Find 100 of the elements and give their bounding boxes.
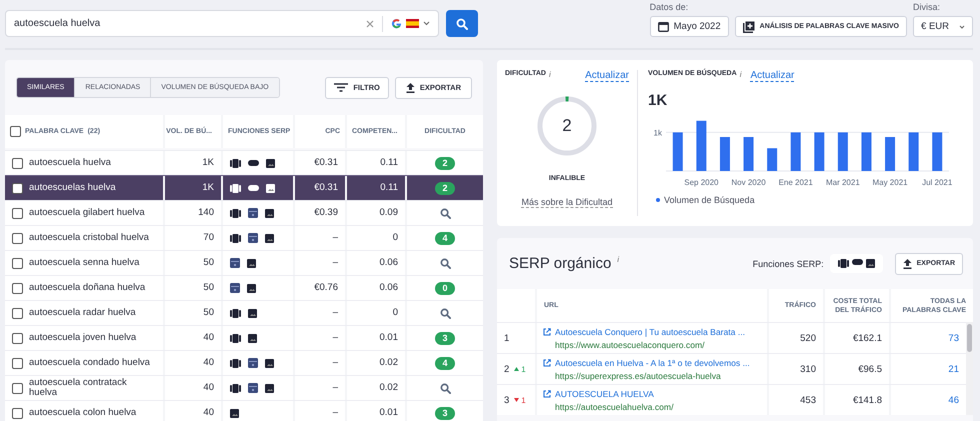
more-link[interactable]: Más sobre la Dificultad: [521, 197, 613, 208]
table-cell: €162.1: [852, 332, 882, 344]
carousel-icon: [230, 384, 241, 392]
axis-label: Jul 2021: [922, 178, 952, 187]
keyword-link[interactable]: autoescuela cristobal huelva: [29, 233, 149, 243]
table-row[interactable]: autoescuela contratack huelva 40 – 0.02: [5, 375, 483, 400]
carousel-icon: [230, 308, 241, 318]
row-checkbox[interactable]: [12, 282, 23, 294]
volume-total: 1K: [648, 92, 668, 109]
table-cell: –: [332, 333, 338, 343]
image-icon: [248, 334, 257, 342]
currency-label: Divisa:: [913, 2, 942, 12]
axis-label: Nov 2020: [731, 178, 766, 187]
scrollbar-thumb[interactable]: [967, 324, 972, 352]
chart-bar: [885, 137, 896, 171]
row-checkbox[interactable]: [12, 232, 23, 244]
clear-icon[interactable]: [366, 20, 374, 28]
info-mark[interactable]: i: [548, 70, 551, 79]
table-cell: 0.02: [380, 383, 398, 393]
table-row[interactable]: autoescuela radar huelva 50 – 0: [5, 300, 483, 325]
chart-bar: [861, 132, 872, 171]
chart-bar: [696, 120, 706, 171]
result-link[interactable]: Autoescuela Conquero | Tu autoescuela Barata ...: [543, 326, 745, 338]
keyword-link[interactable]: autoescuela condado huelva: [29, 358, 150, 368]
down-triangle-icon: [514, 398, 520, 402]
result-url: https://autoescuelahuelva.com/: [554, 402, 674, 412]
search-field[interactable]: autoescuela huelva: [5, 10, 439, 37]
carousel-icon: [230, 208, 241, 218]
position-number: 2: [504, 364, 510, 374]
table-cell: 40: [203, 383, 214, 393]
keyword-link[interactable]: autoescuela colon huelva: [29, 408, 136, 418]
add-stack-icon: [742, 20, 755, 32]
result-link[interactable]: AUTOESCUELA HUELVA: [543, 388, 654, 400]
table-cell: €0.76: [314, 283, 338, 293]
refresh-link[interactable]: Actualizar: [585, 70, 629, 82]
calendar-icon: [248, 383, 258, 393]
table-row[interactable]: autoescuela cristobal huelva 70 – 0 4: [5, 225, 483, 250]
row-checkbox[interactable]: [12, 358, 23, 368]
keyword-link[interactable]: autoescuela huelva: [29, 158, 111, 168]
table-cell: 40: [203, 333, 214, 343]
table-cell: €0.31: [314, 183, 338, 193]
table-row[interactable]: autoescuela gilabert huelva 140 €0.39 0.09: [5, 200, 483, 225]
difficulty-badge: 3: [435, 332, 455, 344]
row-checkbox[interactable]: [12, 332, 23, 344]
table-cell: 453: [800, 394, 816, 406]
table-cell: –: [332, 308, 338, 318]
currency-select[interactable]: € EUR: [913, 16, 973, 37]
keyword-link[interactable]: autoescuela radar huelva: [29, 308, 136, 318]
row-checkbox[interactable]: [12, 308, 23, 318]
result-link[interactable]: Autoescuela en Huelva - A la 1ª o te devolvemos ...: [543, 358, 750, 368]
keyword-link[interactable]: autoescuela senna huelva: [29, 258, 140, 268]
pill-icon: [248, 185, 259, 191]
info-mark[interactable]: i: [617, 255, 620, 264]
difficulty-gauge: [536, 95, 598, 157]
table-row[interactable]: autoescuela senna huelva 50 – 0.06: [5, 250, 483, 275]
refresh-link[interactable]: Actualizar: [750, 70, 794, 82]
table-row[interactable]: autoescuela doñana huelva 50 €0.76 0.06 0: [5, 275, 483, 300]
chart-bar: [908, 132, 919, 171]
carousel-icon: [230, 184, 241, 192]
table-cell: 310: [800, 364, 816, 374]
keyword-link[interactable]: autoescuela doñana huelva: [29, 283, 146, 293]
carousel-icon: [230, 234, 241, 242]
table-cell: 140: [198, 208, 214, 218]
keyword-link[interactable]: autoescuela joven huelva: [29, 333, 136, 343]
row-checkbox[interactable]: [12, 158, 23, 168]
image-icon: [247, 284, 256, 292]
row-checkbox[interactable]: [12, 408, 23, 418]
table-cell: –: [332, 233, 338, 243]
row-checkbox[interactable]: [12, 208, 23, 218]
date-button[interactable]: Mayo 2022: [650, 16, 729, 37]
axis-label: 1k: [654, 128, 662, 138]
table-row[interactable]: autoescuela joven huelva 40 – 0.01 3: [5, 325, 483, 350]
caret-icon[interactable]: [423, 21, 430, 26]
table-cell: 0: [392, 233, 398, 243]
position-change: 1: [521, 396, 526, 404]
keyword-link[interactable]: autoescuela gilabert huelva: [29, 208, 145, 218]
row-checkbox[interactable]: [12, 382, 23, 394]
keyword-link[interactable]: autoescuelas huelva: [29, 183, 116, 193]
image-icon: [265, 384, 274, 392]
keywords-link[interactable]: 73: [948, 332, 959, 344]
image-icon: [866, 259, 875, 268]
calendar-icon: [248, 358, 258, 368]
table-cell: 0.11: [380, 158, 398, 168]
chart-bar: [838, 132, 848, 171]
row-checkbox[interactable]: [12, 258, 23, 268]
image-icon: [265, 358, 274, 368]
search-button[interactable]: [446, 10, 478, 37]
calendar-icon: [230, 258, 240, 268]
table-row[interactable]: autoescuela colon huelva 40 – 0.01 3: [5, 400, 483, 421]
table-row[interactable]: autoescuela condado huelva 40 – 0.02 4: [5, 350, 483, 375]
table-row[interactable]: autoescuelas huelva 1K €0.31 0.11 2: [5, 175, 483, 200]
row-checkbox[interactable]: [12, 182, 23, 194]
keywords-link[interactable]: 46: [948, 394, 959, 406]
chart-bar: [790, 132, 801, 171]
info-mark[interactable]: i: [740, 70, 742, 79]
keyword-link[interactable]: autoescuela contratack huelva: [29, 378, 153, 398]
select-all-checkbox[interactable]: [10, 126, 21, 137]
table-cell: 0.01: [380, 408, 398, 418]
table-row[interactable]: autoescuela huelva 1K €0.31 0.11 2: [5, 150, 483, 175]
keywords-link[interactable]: 21: [948, 364, 959, 374]
